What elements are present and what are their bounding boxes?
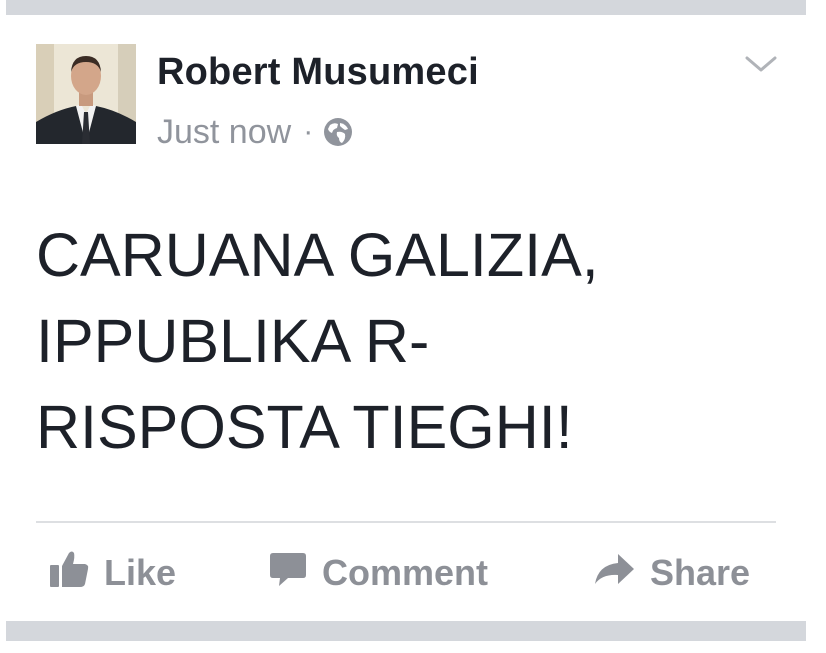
feed-separator-top — [6, 0, 806, 15]
comment-label: Comment — [322, 552, 489, 593]
like-button[interactable]: Like — [48, 548, 176, 598]
post-text-line: CARUANA GALIZIA, — [36, 221, 599, 289]
timestamp[interactable]: Just now — [157, 113, 291, 152]
meta-separator: · — [303, 115, 314, 148]
like-label: Like — [104, 552, 177, 593]
post-meta: Just now · — [157, 112, 353, 152]
share-label: Share — [650, 552, 751, 593]
feed-separator-bottom — [6, 621, 806, 641]
speech-bubble-icon — [268, 549, 308, 598]
chevron-down-icon[interactable] — [743, 52, 779, 76]
thumbs-up-icon — [48, 549, 90, 598]
post-text: CARUANA GALIZIA, IPPUBLIKA R- RISPOSTA T… — [36, 212, 776, 470]
author-name[interactable]: Robert Musumeci — [157, 51, 479, 94]
post-text-line: RISPOSTA TIEGHI! — [36, 393, 573, 461]
share-arrow-icon — [592, 551, 636, 596]
share-button[interactable]: Share — [592, 548, 750, 598]
globe-icon[interactable] — [323, 117, 353, 147]
avatar[interactable] — [36, 44, 136, 144]
comment-button[interactable]: Comment — [268, 548, 488, 598]
post-text-line: IPPUBLIKA R- — [36, 307, 430, 375]
divider — [36, 521, 776, 523]
